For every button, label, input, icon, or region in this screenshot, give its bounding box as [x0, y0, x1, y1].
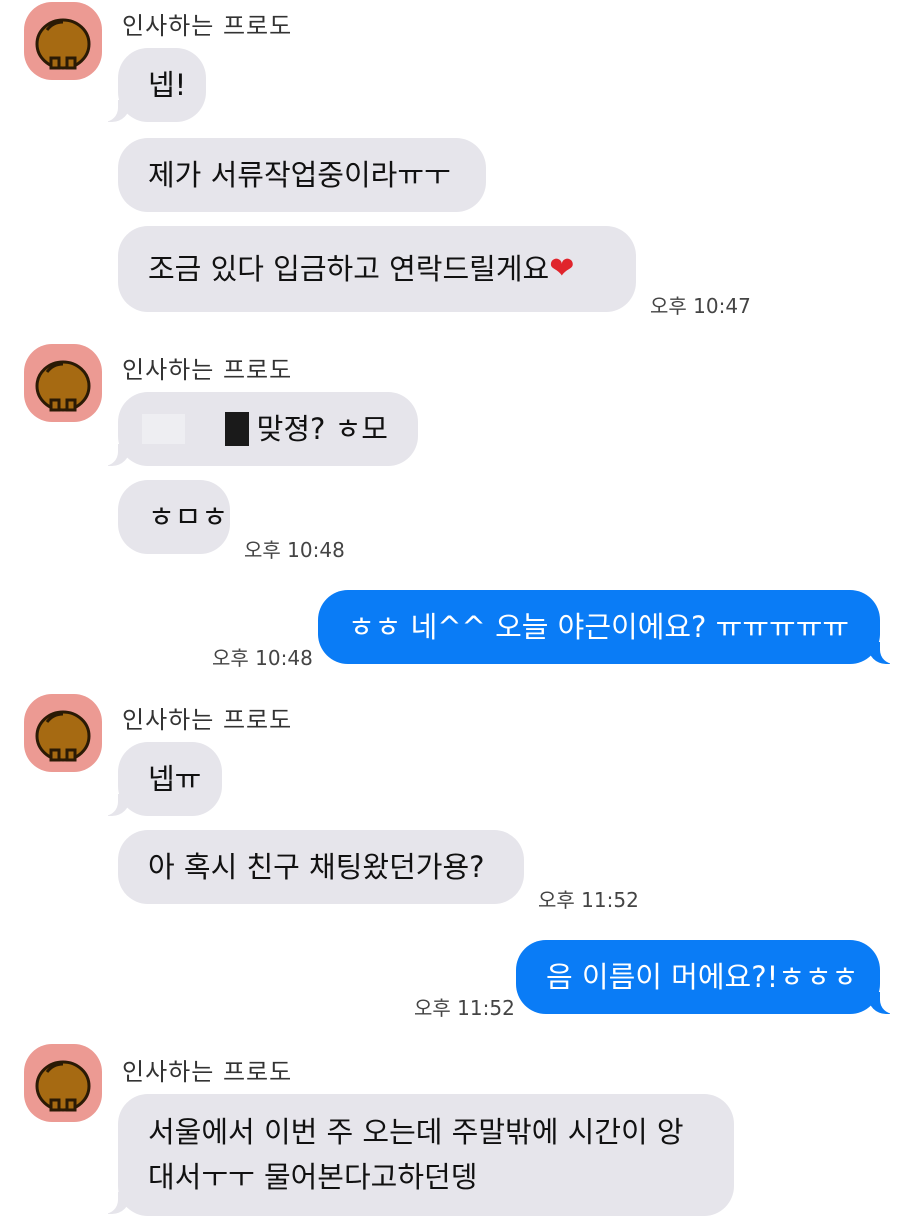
message-bubble[interactable]: 조금 있다 입금하고 연락드릴게요 ❤ [118, 226, 636, 312]
message-text: 아 혹시 친구 채팅왔던가용? [148, 849, 485, 884]
avatar[interactable] [24, 2, 102, 80]
bubble-tail [98, 438, 130, 466]
sender-name: 인사하는 프로도 [122, 12, 293, 40]
blurred-region [142, 414, 185, 444]
message-bubble[interactable]: 서울에서 이번 주 오는데 주말밖에 시간이 앙 대서ㅜㅜ 물어본다고하던뎅 [118, 1094, 734, 1216]
timestamp: 오후 10:48 [212, 646, 313, 670]
message-bubble[interactable]: 음 이름이 머에요?!ㅎㅎㅎ [516, 940, 880, 1014]
redacted-block [224, 412, 249, 446]
message-text: ㅎㅁㅎ [148, 499, 229, 534]
message-bubble[interactable]: 맞졍? ㅎ모 [118, 392, 418, 466]
message-text: 넵! [148, 67, 187, 102]
heart-emoji-icon: ❤ [549, 250, 575, 286]
message-bubble[interactable]: ㅎㅎ 네^^ 오늘 야근이에요? ㅠㅠㅠㅠㅠ [318, 590, 880, 664]
message-text: 조금 있다 입금하고 연락드릴게요 [148, 251, 550, 286]
avatar[interactable] [24, 694, 102, 772]
message-text: ㅎㅎ 네^^ 오늘 야근이에요? ㅠㅠㅠㅠㅠ [348, 609, 850, 644]
avatar[interactable] [24, 1044, 102, 1122]
bubble-tail [868, 636, 900, 664]
frodo-bear-avatar-icon [35, 1060, 91, 1112]
message-text: 맞졍? ㅎ모 [256, 411, 388, 446]
message-text: 제가 서류작업중이라ㅠㅜ [148, 157, 451, 192]
sender-name: 인사하는 프로도 [122, 356, 293, 384]
message-text: 음 이름이 머에요?!ㅎㅎㅎ [546, 959, 859, 994]
message-text: 서울에서 이번 주 오는데 주말밖에 시간이 앙 대서ㅜㅜ 물어본다고하던뎅 [148, 1115, 684, 1194]
timestamp: 오후 11:52 [538, 888, 639, 912]
message-text: 넵ㅠ [148, 761, 202, 796]
avatar[interactable] [24, 344, 102, 422]
bubble-tail [868, 986, 900, 1014]
message-bubble[interactable]: 아 혹시 친구 채팅왔던가용? [118, 830, 524, 904]
bubble-tail [98, 1186, 130, 1214]
frodo-bear-avatar-icon [35, 360, 91, 412]
timestamp: 오후 10:47 [650, 294, 751, 318]
frodo-bear-avatar-icon [35, 18, 91, 70]
message-bubble[interactable]: 넵ㅠ [118, 742, 222, 816]
sender-name: 인사하는 프로도 [122, 1058, 293, 1086]
message-bubble[interactable]: ㅎㅁㅎ [118, 480, 230, 554]
message-bubble[interactable]: 제가 서류작업중이라ㅠㅜ [118, 138, 486, 212]
bubble-tail [98, 94, 130, 122]
timestamp: 오후 11:52 [414, 996, 515, 1020]
message-bubble[interactable]: 넵! [118, 48, 206, 122]
sender-name: 인사하는 프로도 [122, 706, 293, 734]
frodo-bear-avatar-icon [35, 710, 91, 762]
bubble-tail [98, 788, 130, 816]
timestamp: 오후 10:48 [244, 538, 345, 562]
